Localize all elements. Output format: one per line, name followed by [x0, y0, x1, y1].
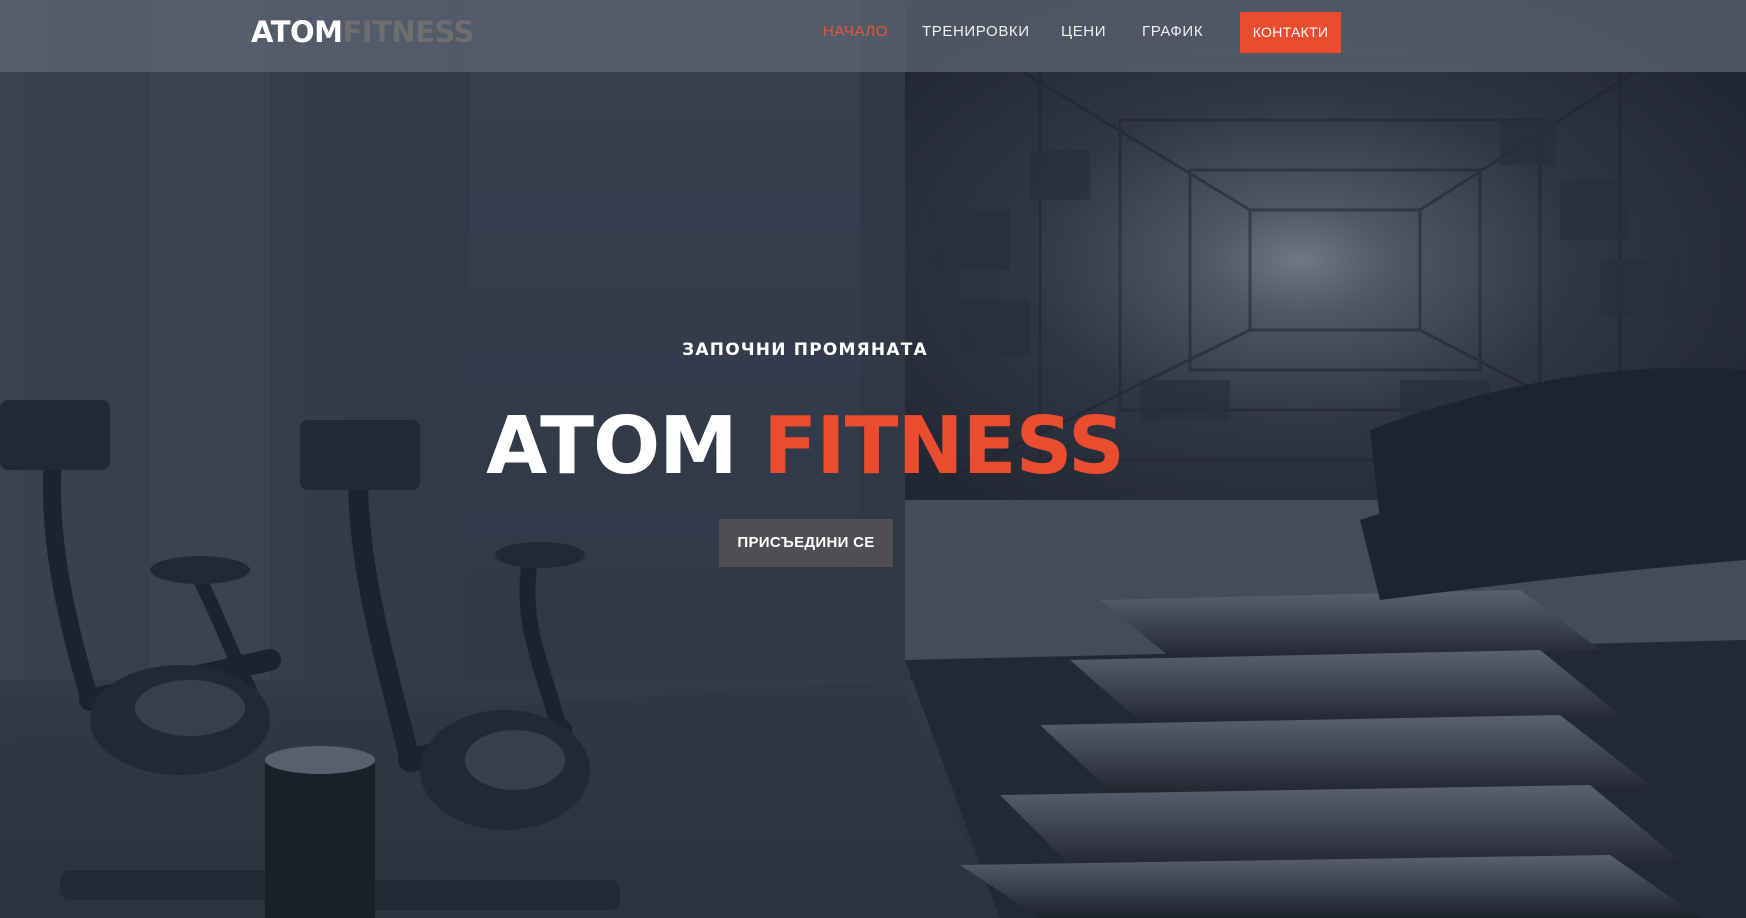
landing-page: ATOMFITNESS НАЧАЛО ТРЕНИРОВКИ ЦЕНИ ГРАФИ…	[0, 0, 1746, 918]
contact-button[interactable]: КОНТАКТИ	[1240, 12, 1341, 53]
logo-atom-text: ATOM	[251, 15, 343, 49]
site-header: ATOMFITNESS НАЧАЛО ТРЕНИРОВКИ ЦЕНИ ГРАФИ…	[0, 0, 1746, 72]
nav-item-schedule[interactable]: ГРАФИК	[1142, 22, 1203, 42]
hero-title-atom: ATOM	[486, 400, 738, 492]
hero-title-fitness: FITNESS	[763, 400, 1125, 492]
nav-item-prices[interactable]: ЦЕНИ	[1061, 22, 1106, 42]
hero-title: ATOM FITNESS	[0, 398, 1610, 494]
hero-tagline: ЗАПОЧНИ ПРОМЯНАТА	[682, 340, 928, 360]
nav-item-home[interactable]: НАЧАЛО	[823, 22, 888, 42]
join-button[interactable]: ПРИСЪЕДИНИ СЕ	[719, 519, 893, 567]
nav-item-workouts[interactable]: ТРЕНИРОВКИ	[922, 22, 1030, 42]
site-logo[interactable]: ATOMFITNESS	[251, 14, 474, 50]
logo-fitness-text: FITNESS	[342, 15, 475, 49]
